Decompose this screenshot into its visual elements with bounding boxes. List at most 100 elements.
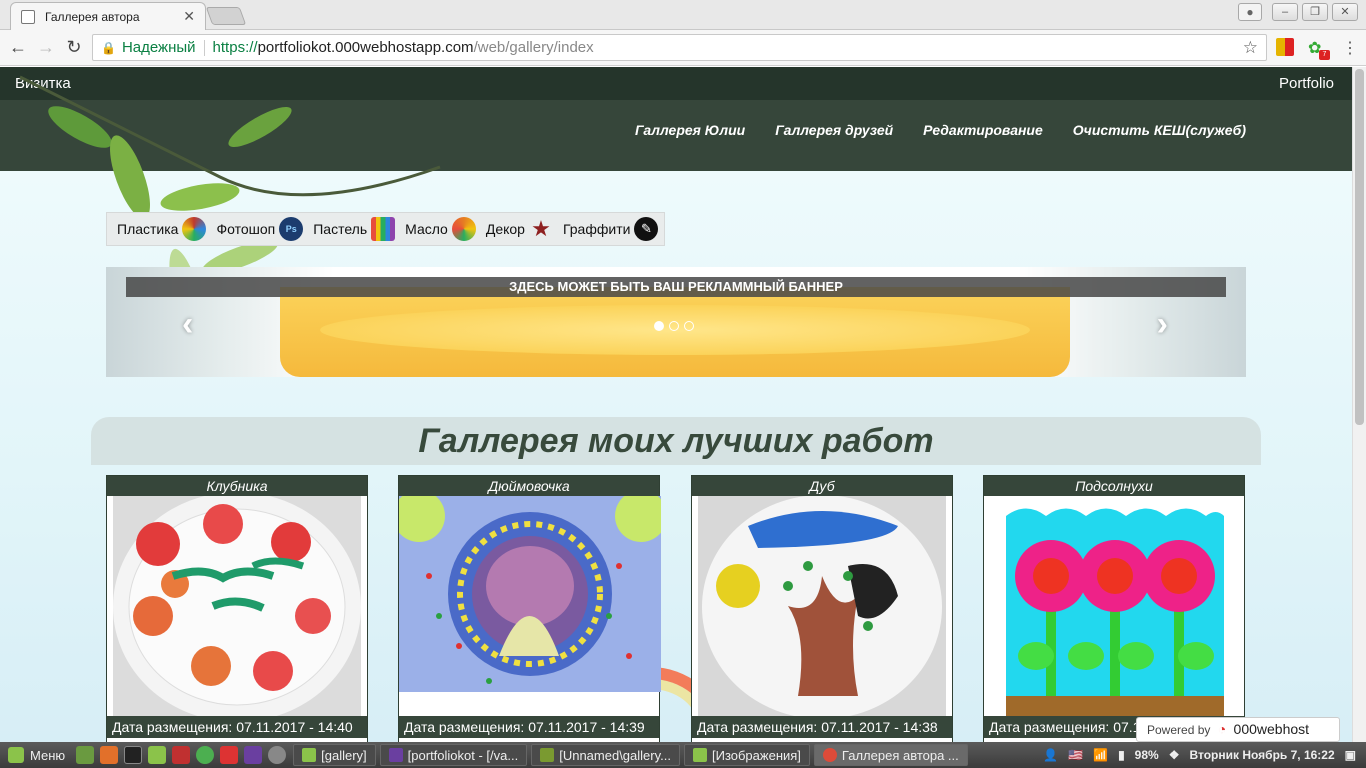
chrome-icon[interactable] bbox=[196, 746, 215, 764]
extension-icon[interactable] bbox=[1276, 38, 1294, 56]
category-label: Пастель bbox=[313, 221, 368, 237]
page-viewport: Визитка Portfolio Галлерея Юлии Галлерея… bbox=[0, 67, 1352, 742]
taskbar-task[interactable]: [gallery] bbox=[293, 744, 376, 766]
decor-star-icon: ★ bbox=[531, 216, 551, 241]
task-label: [gallery] bbox=[321, 747, 367, 763]
profile-icon[interactable]: ● bbox=[1238, 3, 1262, 21]
nav-gallery-friends[interactable]: Галлерея друзей bbox=[775, 122, 893, 138]
gallery-card[interactable]: Дуб Дата размещения: 07.11.2017 - 14:38 bbox=[691, 475, 953, 742]
category-label: Масло bbox=[405, 221, 448, 237]
nav-gallery-julia[interactable]: Галлерея Юлии bbox=[635, 122, 745, 138]
address-bar[interactable]: 🔒 Надежный https:// portfoliokot.000webh… bbox=[92, 34, 1267, 61]
card-image[interactable] bbox=[1006, 496, 1224, 718]
carousel-dot[interactable] bbox=[669, 321, 679, 331]
powered-by-label: Powered by bbox=[1147, 723, 1211, 737]
maximize-button[interactable]: ❐ bbox=[1302, 3, 1328, 21]
taskbar-task[interactable]: [portfoliokot - [/va... bbox=[379, 744, 528, 766]
phpstorm-icon bbox=[388, 748, 403, 762]
brand-link[interactable]: Визитка bbox=[15, 75, 71, 92]
powered-by-brand: 000webhost bbox=[1233, 721, 1310, 737]
browser-toolbar: ← → ↻ 🔒 Надежный https:// portfoliokot.0… bbox=[0, 30, 1366, 66]
reload-icon[interactable]: ↻ bbox=[60, 37, 88, 58]
minimize-button[interactable]: – bbox=[1272, 3, 1298, 21]
task-label: [Изображения] bbox=[711, 747, 801, 763]
card-title[interactable]: Клубника bbox=[107, 476, 367, 496]
gallery-card[interactable]: Клубника Дата размещения: 07.11.2017 - 1… bbox=[106, 475, 368, 742]
card-image[interactable] bbox=[113, 496, 361, 718]
category-decor[interactable]: Декор ★ bbox=[486, 217, 553, 241]
carousel-prev-icon[interactable]: ‹ bbox=[182, 305, 193, 344]
bookmark-star-icon[interactable]: ☆ bbox=[1243, 38, 1258, 58]
taskbar-task[interactable]: Галлерея автора ... bbox=[813, 744, 968, 766]
category-oil[interactable]: Масло bbox=[405, 217, 476, 241]
task-label: Галлерея автора ... bbox=[841, 747, 959, 763]
page-favicon-icon bbox=[21, 9, 35, 24]
card-title[interactable]: Подсолнухи bbox=[984, 476, 1244, 496]
category-plastika[interactable]: Пластика bbox=[117, 217, 207, 241]
portfolio-link[interactable]: Portfolio bbox=[1279, 75, 1334, 92]
notification-icon[interactable]: ▣ bbox=[1345, 748, 1356, 762]
powered-by-badge[interactable]: Powered by ◔ 000webhost bbox=[1136, 717, 1340, 742]
phpstorm-icon[interactable] bbox=[244, 746, 263, 764]
category-graffiti[interactable]: Граффити ✎ bbox=[563, 217, 659, 241]
scrollbar-thumb[interactable] bbox=[1355, 69, 1364, 425]
task-label: [Unnamed\gallery... bbox=[559, 747, 671, 763]
back-arrow-icon[interactable]: ← bbox=[4, 37, 32, 58]
battery-icon[interactable]: ▮ bbox=[1118, 748, 1125, 762]
wifi-icon[interactable]: 📶 bbox=[1093, 748, 1108, 762]
user-icon[interactable]: 👤 bbox=[1043, 748, 1058, 762]
category-photoshop[interactable]: Фотошоп Ps bbox=[216, 217, 304, 241]
forward-arrow-icon[interactable]: → bbox=[32, 37, 60, 58]
category-label: Пластика bbox=[117, 221, 179, 237]
browser-menu-icon[interactable]: ⋮ bbox=[1342, 38, 1358, 58]
carousel-dot[interactable] bbox=[654, 321, 664, 331]
gallery-card[interactable]: Подсолнухи Дата размещения: 07.11.2017 -… bbox=[983, 475, 1245, 742]
security-label: Надежный bbox=[121, 39, 196, 56]
banner-caption: ЗДЕСЬ МОЖЕТ БЫТЬ ВАШ РЕКЛАММНЫЙ БАННЕР bbox=[126, 277, 1226, 297]
task-label: [portfoliokot - [/va... bbox=[407, 747, 519, 763]
system-tray: 👤 🇺🇸 📶 ▮ 98% ❖ Вторник Ноябрь 7, 16:22 ▣ bbox=[1043, 748, 1366, 762]
terminal-icon[interactable] bbox=[124, 746, 143, 764]
nav-edit[interactable]: Редактирование bbox=[923, 122, 1043, 138]
carousel-next-icon[interactable]: › bbox=[1157, 305, 1168, 344]
taskbar-task[interactable]: [Unnamed\gallery... bbox=[531, 744, 680, 766]
banner-image bbox=[280, 287, 1070, 377]
filezilla-icon[interactable] bbox=[220, 746, 239, 764]
category-pastel[interactable]: Пастель bbox=[313, 217, 396, 241]
category-bar: Пластика Фотошоп Ps Пастель Масло Декор … bbox=[106, 212, 666, 246]
close-window-button[interactable]: ✕ bbox=[1332, 3, 1358, 21]
card-image[interactable] bbox=[399, 496, 661, 692]
nav-clear-cache[interactable]: Очистить КЕШ(служеб) bbox=[1073, 122, 1246, 138]
start-menu-button[interactable]: Меню bbox=[0, 747, 73, 763]
photoshop-icon: Ps bbox=[279, 217, 304, 241]
keyboard-layout-icon[interactable]: 🇺🇸 bbox=[1068, 748, 1083, 762]
page-scrollbar[interactable] bbox=[1352, 67, 1366, 742]
new-tab-button[interactable] bbox=[205, 7, 247, 25]
gallery-header: Галлерея моих лучших работ bbox=[91, 417, 1261, 465]
card-date: Дата размещения: 07.11.2017 - 14:40 bbox=[107, 716, 367, 738]
gimp-icon bbox=[540, 748, 555, 762]
gallery-title: Галлерея моих лучших работ bbox=[418, 422, 934, 460]
clock[interactable]: Вторник Ноябрь 7, 16:22 bbox=[1189, 748, 1334, 762]
show-desktop-icon[interactable] bbox=[76, 746, 95, 764]
start-menu-label: Меню bbox=[30, 747, 66, 763]
card-title[interactable]: Дуб bbox=[692, 476, 952, 496]
card-title[interactable]: Дюймовочка bbox=[399, 476, 659, 496]
app-grid-icon[interactable] bbox=[172, 746, 191, 764]
url-path: /web/gallery/index bbox=[473, 39, 594, 56]
taskbar-task[interactable]: [Изображения] bbox=[683, 744, 810, 766]
files-icon[interactable] bbox=[148, 746, 167, 764]
disk-icon[interactable] bbox=[268, 746, 287, 764]
card-image[interactable] bbox=[698, 496, 946, 718]
mint-logo-icon bbox=[8, 747, 24, 763]
os-taskbar: Меню [gallery] [portfoliokot - [/va... [… bbox=[0, 742, 1366, 768]
browser-tabstrip: Галлерея автора ✕ ● – ❐ ✕ bbox=[0, 0, 1366, 30]
firefox-icon[interactable] bbox=[100, 746, 119, 764]
pastel-pencils-icon bbox=[371, 217, 396, 241]
tab-close-icon[interactable]: ✕ bbox=[183, 8, 195, 25]
gallery-card[interactable]: Дюймовочка Дата размещения: 07.11.2017 -… bbox=[398, 475, 661, 742]
carousel-dot[interactable] bbox=[684, 321, 694, 331]
browser-tab[interactable]: Галлерея автора ✕ bbox=[10, 2, 206, 30]
card-date: Дата размещения: 07.11.2017 - 14:39 bbox=[399, 716, 659, 738]
dropbox-icon[interactable]: ❖ bbox=[1169, 748, 1180, 762]
